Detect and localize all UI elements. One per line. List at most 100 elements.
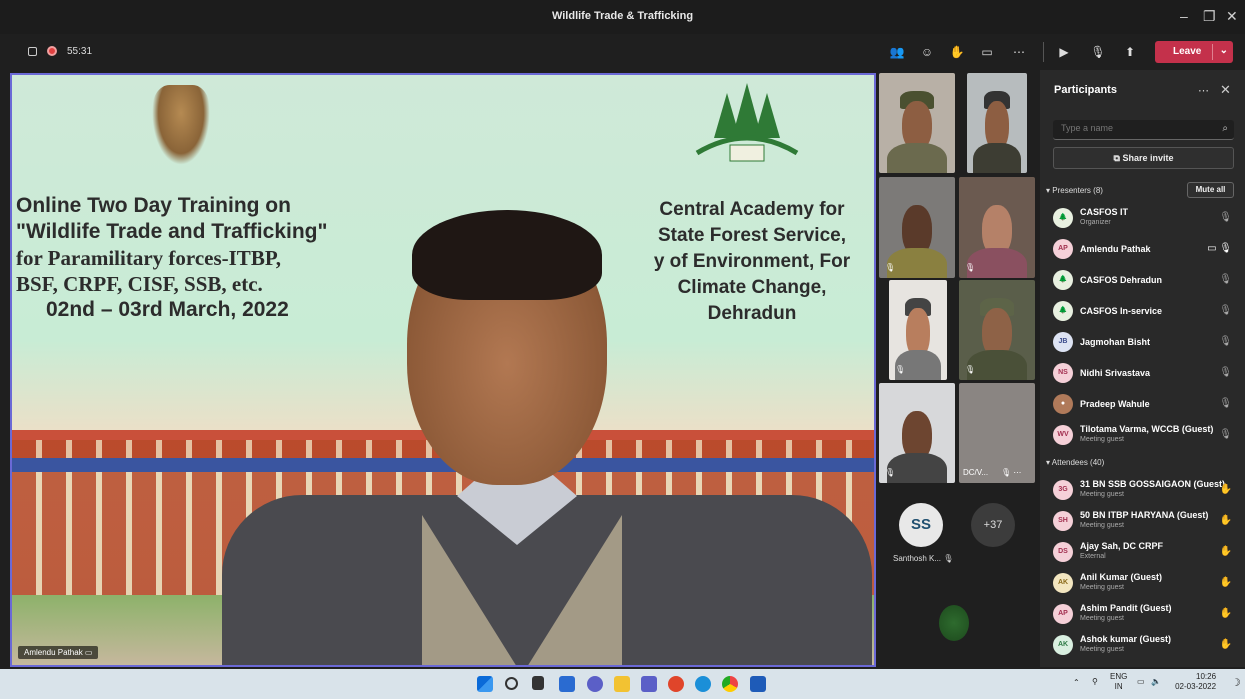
task-view-icon[interactable] bbox=[532, 676, 544, 690]
leave-label: Leave bbox=[1173, 46, 1202, 57]
casfos-tile-logo-icon bbox=[939, 605, 969, 641]
mic-off-icon: 🎙 bbox=[1219, 367, 1232, 378]
widgets-icon[interactable] bbox=[559, 676, 575, 692]
video-tile-6[interactable]: 🎙 bbox=[959, 280, 1035, 380]
teams-icon[interactable] bbox=[641, 676, 657, 692]
mic-off-icon: 🎙 bbox=[1219, 212, 1232, 223]
volume-icon[interactable]: 🔈 bbox=[1151, 677, 1161, 686]
avatar[interactable]: SS bbox=[899, 503, 943, 547]
panel-title: Participants bbox=[1054, 84, 1117, 96]
banner-right-5: Dehradun bbox=[707, 303, 797, 324]
leave-button[interactable]: Leave ⌄ bbox=[1155, 41, 1233, 63]
notifications-icon[interactable]: ☽ bbox=[1231, 676, 1241, 689]
video-tile-4[interactable]: 🎙 bbox=[959, 177, 1035, 278]
close-icon[interactable]: ✕ bbox=[1226, 8, 1238, 25]
chat-app-icon[interactable] bbox=[587, 676, 603, 692]
more-icon[interactable]: ⋯ bbox=[1010, 43, 1028, 61]
participant-row[interactable]: 3G 31 BN SSB GOSSAIGAON (Guest) Meeting gu… bbox=[1053, 476, 1238, 506]
participant-row[interactable]: 🌲 CASFOS IT Organizer 🎙 bbox=[1053, 204, 1238, 234]
mic-icon: 🎙 ⋯ bbox=[1001, 468, 1022, 477]
participant-row[interactable]: WV Tilotama Varma, WCCB (Guest) Meeting gu… bbox=[1053, 421, 1238, 451]
meeting-timer: 55:31 bbox=[67, 46, 93, 57]
avatar: ● bbox=[1053, 394, 1073, 414]
participant-row[interactable]: JB Jagmohan Bisht 🎙 bbox=[1053, 328, 1238, 358]
video-tile-2[interactable] bbox=[967, 73, 1027, 173]
reactions-icon[interactable]: ✋ bbox=[948, 43, 966, 61]
mic-off-icon: 🎙 bbox=[965, 365, 976, 374]
hand-icon: ✋ bbox=[1219, 515, 1232, 526]
participant-role: Meeting guest bbox=[1080, 615, 1124, 622]
participant-row[interactable]: 🌲 CASFOS Dehradun 🎙 bbox=[1053, 266, 1238, 296]
rooms-icon[interactable]: ▭ bbox=[978, 43, 996, 61]
video-tile-3[interactable]: 🎙 bbox=[879, 177, 955, 278]
participant-row[interactable]: AK Ashok kumar (Guest) Meeting guest ✋ bbox=[1053, 631, 1238, 661]
presenters-header-label: Presenters (8) bbox=[1052, 186, 1103, 195]
location-icon: ⚲ bbox=[1092, 677, 1098, 686]
more-participants-button[interactable]: +37 bbox=[971, 503, 1015, 547]
participant-row[interactable]: AP Amlendu Pathak ▭ 🎙 bbox=[1053, 235, 1238, 265]
firefox-icon[interactable] bbox=[668, 676, 684, 692]
more-icon[interactable]: ⋯ bbox=[1198, 84, 1209, 97]
camera-off-icon[interactable]: ▶ bbox=[1055, 43, 1073, 61]
tray-chevron-icon[interactable]: ⌃ bbox=[1073, 678, 1080, 687]
mic-off-icon[interactable]: 🎙 bbox=[1089, 43, 1107, 61]
chat-icon[interactable]: ☺ bbox=[918, 43, 936, 61]
avatar: 3G bbox=[1053, 480, 1073, 500]
video-tile-1[interactable] bbox=[879, 73, 955, 173]
participant-name: Amlendu Pathak bbox=[1080, 244, 1151, 254]
presenters-header[interactable]: ▾ Presenters (8) bbox=[1046, 186, 1103, 195]
banner-right-1: Central Academy for bbox=[659, 199, 845, 220]
share-screen-icon[interactable]: ⬆ bbox=[1121, 43, 1139, 61]
participants-icon[interactable]: 👥 bbox=[888, 43, 906, 61]
participant-row[interactable]: AK Anil Kumar (Guest) Meeting guest ✋ bbox=[1053, 569, 1238, 599]
minimize-icon[interactable]: – bbox=[1180, 8, 1188, 24]
toolbar-divider bbox=[1043, 42, 1044, 62]
search-input[interactable] bbox=[1061, 123, 1211, 133]
title-bar: Wildlife Trade & Trafficking – ❐ ✕ bbox=[0, 0, 1245, 34]
casfos-logo-icon bbox=[695, 83, 799, 162]
national-emblem-icon bbox=[152, 85, 210, 165]
network-icon[interactable]: ▭ bbox=[1137, 677, 1145, 686]
word-icon[interactable] bbox=[750, 676, 766, 692]
search-field[interactable]: ⌕ bbox=[1053, 120, 1234, 140]
mic-off-icon: 🎙 bbox=[1219, 429, 1232, 440]
participant-name: Tilotama Varma, WCCB (Guest) bbox=[1080, 424, 1214, 434]
participants-panel: Participants ⋯ ✕ ⌕ ⧉ Share invite ▾ Pres… bbox=[1040, 70, 1245, 667]
participant-name: 31 BN SSB GOSSAIGAON (Guest) bbox=[1080, 479, 1226, 489]
video-tile-5[interactable]: 🎙 bbox=[889, 280, 947, 380]
participant-row[interactable]: 🌲 CASFOS In-service 🎙 bbox=[1053, 297, 1238, 327]
avatar: AP bbox=[1053, 604, 1073, 624]
attendees-header[interactable]: ▾ Attendees (40) bbox=[1046, 458, 1104, 467]
close-icon[interactable]: ✕ bbox=[1220, 82, 1231, 98]
language-indicator[interactable]: ENG IN bbox=[1110, 672, 1127, 692]
participant-role: Meeting guest bbox=[1080, 491, 1124, 498]
chrome-icon[interactable] bbox=[722, 676, 738, 692]
windows-start-icon[interactable] bbox=[477, 676, 493, 692]
participant-row[interactable]: DS Ajay Sah, DC CRPF External ✋ bbox=[1053, 538, 1238, 568]
chevron-down-icon[interactable]: ⌄ bbox=[1220, 45, 1228, 56]
main-video-stage[interactable]: Online Two Day Training on "Wildlife Tra… bbox=[10, 73, 876, 667]
file-explorer-icon[interactable] bbox=[614, 676, 630, 692]
participant-row[interactable]: NS Nidhi Srivastava 🎙 bbox=[1053, 359, 1238, 389]
participant-role: Organizer bbox=[1080, 219, 1111, 226]
shield-icon bbox=[28, 47, 37, 56]
mute-all-button[interactable]: Mute all bbox=[1187, 182, 1234, 198]
clock[interactable]: 10:26 02-03-2022 bbox=[1170, 672, 1216, 692]
video-tile-8[interactable]: DC/V... 🎙 ⋯ bbox=[959, 383, 1035, 483]
share-invite-button[interactable]: ⧉ Share invite bbox=[1053, 147, 1234, 169]
taskbar: ⌃ ⚲ ENG IN ▭ 🔈 10:26 02-03-2022 ☽ bbox=[0, 669, 1245, 699]
edge-icon[interactable] bbox=[695, 676, 711, 692]
banner-right-2: State Forest Service, bbox=[658, 225, 846, 246]
search-icon[interactable] bbox=[505, 677, 518, 690]
hand-icon: ✋ bbox=[1219, 577, 1232, 588]
participant-row[interactable]: ● Pradeep Wahule 🎙 bbox=[1053, 390, 1238, 420]
maximize-icon[interactable]: ❐ bbox=[1203, 8, 1216, 25]
banner-right-4: Climate Change, bbox=[677, 277, 827, 298]
participant-role: External bbox=[1080, 553, 1106, 560]
mic-off-icon: 🎙 bbox=[1219, 274, 1232, 285]
clock-date: 02-03-2022 bbox=[1175, 682, 1217, 691]
video-tile-7[interactable]: 🎙 bbox=[879, 383, 955, 483]
participant-row[interactable]: AP Ashim Pandit (Guest) Meeting guest ✋ bbox=[1053, 600, 1238, 630]
participant-row[interactable]: SH 50 BN ITBP HARYANA (Guest) Meeting gues… bbox=[1053, 507, 1238, 537]
banner-line-4: BSF, CRPF, CISF, SSB, etc. bbox=[16, 272, 263, 296]
